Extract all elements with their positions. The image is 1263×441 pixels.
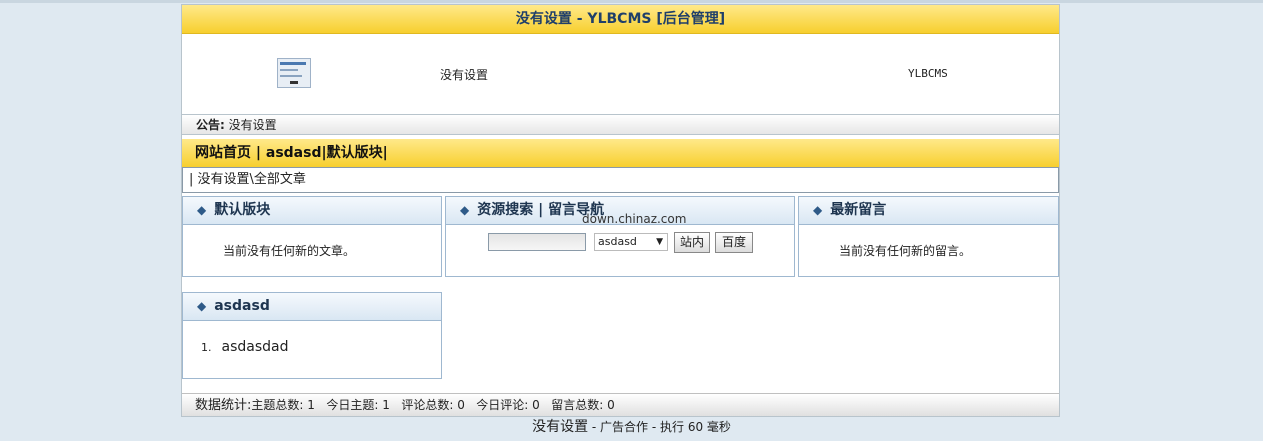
diamond-icon: ◆ <box>460 203 470 217</box>
announcement-label: 公告: <box>196 118 225 132</box>
announcement-text: 没有设置 <box>228 118 277 132</box>
list-item-number: 1. <box>201 341 212 354</box>
site-name: 没有设置 <box>440 68 489 82</box>
breadcrumb: | 没有设置\全部文章 <box>182 167 1059 193</box>
search-scope-value: asdasd <box>598 235 637 248</box>
footer: 没有设置 - 广告合作 - 执行 60 毫秒 <box>0 417 1263 437</box>
resource-search-box: ◆ 资源搜索 | 留言导航 asdasd ▼ 站内 百度 <box>445 196 795 277</box>
nav-separator: | <box>382 145 388 161</box>
site-title-name: 没有设置 <box>515 11 572 27</box>
watermark-text: down.chinaz.com <box>582 212 687 226</box>
asdasd-section-box: ◆ asdasd 1. asdasdad <box>182 292 442 379</box>
latest-messages-empty-text: 当前没有任何新的留言。 <box>839 244 972 258</box>
diamond-icon: ◆ <box>813 203 823 217</box>
stats-comments-label: 评论总数: <box>401 398 454 412</box>
nav-separator: | <box>255 145 261 161</box>
search-form: asdasd ▼ 站内 百度 <box>488 232 788 253</box>
footer-info[interactable]: - 广告合作 - 执行 60 毫秒 <box>592 420 731 434</box>
latest-messages-title[interactable]: 最新留言 <box>830 202 886 218</box>
stats-today-topics-label: 今日主题: <box>326 398 379 412</box>
stats-messages-label: 留言总数: <box>551 398 604 412</box>
site-search-button[interactable]: 站内 <box>674 232 710 253</box>
diamond-icon: ◆ <box>197 299 207 313</box>
default-section-header: ◆ 默认版块 <box>183 197 441 225</box>
site-logo-icon[interactable] <box>277 58 311 88</box>
header-logo-area: 没有设置 YLBCMS <box>182 34 1059 114</box>
stats-today-comments-label: 今日评论: <box>476 398 529 412</box>
latest-messages-header: ◆ 最新留言 <box>799 197 1058 225</box>
nav-item-home[interactable]: 网站首页 <box>195 145 251 161</box>
asdasd-section-header: ◆ asdasd <box>183 293 441 321</box>
default-section-title[interactable]: 默认版块 <box>214 202 270 218</box>
announcement-bar: 公告: 没有设置 <box>182 114 1059 135</box>
list-item-link[interactable]: asdasdad <box>222 339 289 355</box>
default-section-box: ◆ 默认版块 当前没有任何新的文章。 <box>182 196 442 277</box>
stats-topics-label: 主题总数: <box>251 398 304 412</box>
main-container: 没有设置 - YLBCMS [后台管理] 没有设置 YLBCMS 公告: 没有设… <box>181 4 1060 417</box>
list-item: 1. asdasdad <box>183 321 441 355</box>
search-scope-select[interactable]: asdasd ▼ <box>594 233 668 251</box>
stats-topics-value: 1 <box>307 398 315 412</box>
stats-today-topics-value: 1 <box>382 398 390 412</box>
nav-item-asdasd[interactable]: asdasd <box>266 145 322 161</box>
stats-label: 数据统计: <box>195 398 252 413</box>
page-title: 没有设置 - YLBCMS [后台管理] <box>182 5 1059 34</box>
top-line <box>0 0 1263 3</box>
baidu-search-button[interactable]: 百度 <box>715 232 753 253</box>
site-title-cms: - YLBCMS [后台管理] <box>576 11 726 27</box>
default-section-empty-text: 当前没有任何新的文章。 <box>223 244 356 258</box>
stats-comments-value: 0 <box>457 398 465 412</box>
stats-messages-value: 0 <box>607 398 615 412</box>
main-nav: 网站首页 | asdasd|默认版块| <box>182 139 1059 167</box>
stats-today-comments-value: 0 <box>532 398 540 412</box>
diamond-icon: ◆ <box>197 203 207 217</box>
asdasd-section-title[interactable]: asdasd <box>214 298 270 314</box>
statistics-bar: 数据统计:主题总数: 1 今日主题: 1 评论总数: 0 今日评论: 0 留言总… <box>182 393 1059 416</box>
search-input[interactable] <box>488 233 586 251</box>
nav-item-default-section[interactable]: 默认版块 <box>327 145 383 161</box>
chevron-down-icon: ▼ <box>656 237 663 247</box>
latest-messages-box: ◆ 最新留言 当前没有任何新的留言。 <box>798 196 1059 277</box>
site-right-text: YLBCMS <box>908 67 948 80</box>
footer-site-name: 没有设置 <box>532 419 589 435</box>
